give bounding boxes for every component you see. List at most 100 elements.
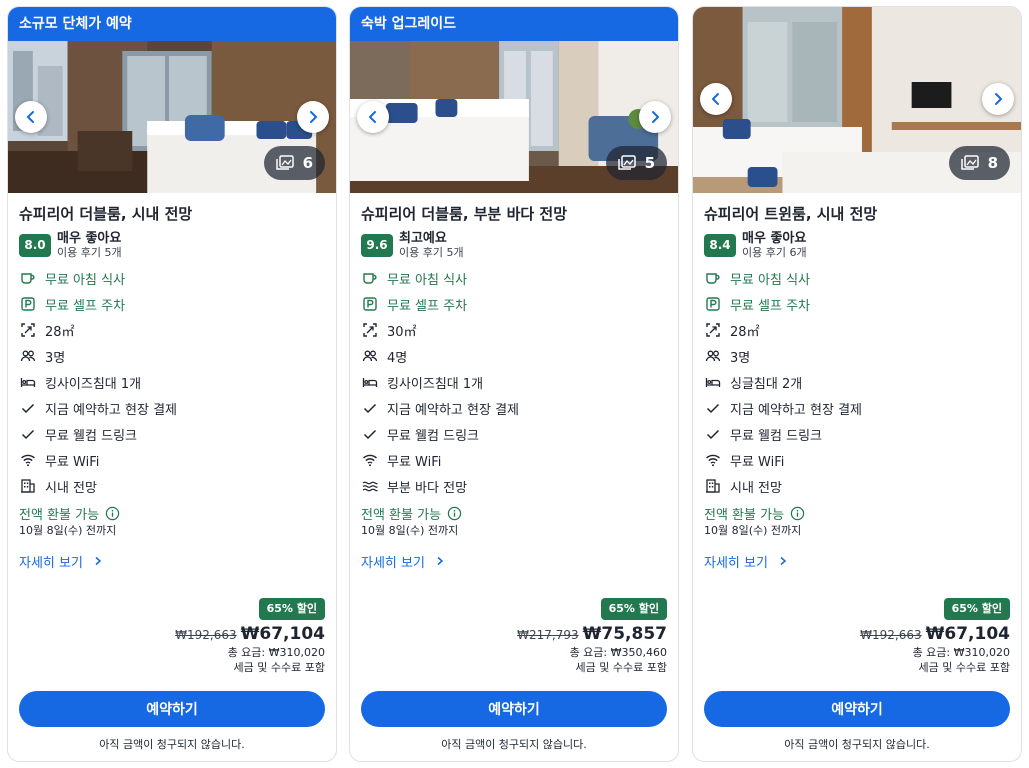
amenity-list: 무료 아침 식사 무료 셀프 주차 28㎡ 3명 싱글침대 2개 지금 예약하고… [704,265,1010,499]
next-photo-button[interactable] [297,101,329,133]
people-icon [704,347,722,365]
amenity-item: 무료 아침 식사 [704,265,1010,291]
more-details-link[interactable]: 자세히 보기 [361,551,667,571]
refund-policy: 전액 환불 가능 [704,503,1010,523]
tax-note: 세금 및 수수료 포함 [918,661,1010,674]
previous-photo-button[interactable] [15,101,47,133]
book-button[interactable]: 예약하기 [19,691,325,727]
info-icon[interactable] [790,506,805,521]
coffee-cup-icon [704,269,722,287]
amenity-list: 무료 아침 식사 무료 셀프 주차 30㎡ 4명 킹사이즈침대 1개 지금 예약… [361,265,667,499]
book-button[interactable]: 예약하기 [361,691,667,727]
rating-score-badge: 8.4 [704,233,736,257]
amenity-item: 부분 바다 전망 [361,473,667,499]
gallery-icon [960,155,979,170]
amenity-label: 무료 셀프 주차 [45,298,126,314]
room-cards: 소규모 단체가 예약 6 슈피리어 더블룸, 시내 전망 8.0 매우 좋아요 … [0,0,1029,768]
wifi-icon [19,451,37,469]
waves-icon [361,477,379,495]
city-building-icon [704,477,722,495]
total-price: 총 요금: ₩310,020 [912,646,1010,659]
next-photo-button[interactable] [639,101,671,133]
amenity-label: 무료 아침 식사 [730,272,811,288]
amenity-label: 지금 예약하고 현장 결제 [45,402,177,418]
amenity-item: 무료 셀프 주차 [361,291,667,317]
amenity-label: 28㎡ [45,324,75,340]
wifi-icon [704,451,722,469]
amenity-item: 무료 아침 식사 [19,265,325,291]
more-details-link[interactable]: 자세히 보기 [704,551,1010,571]
next-photo-button[interactable] [982,83,1014,115]
original-price: ₩192,663 [175,628,237,642]
amenity-list: 무료 아침 식사 무료 셀프 주차 28㎡ 3명 킹사이즈침대 1개 지금 예약… [19,265,325,499]
photo-gallery-button[interactable]: 5 [605,146,667,180]
amenity-item: 무료 셀프 주차 [704,291,1010,317]
amenity-label: 무료 아침 식사 [45,272,126,288]
nightly-price: ₩75,857 [582,624,667,644]
rating: 9.6 최고예요 이용 후기 5개 [361,231,667,259]
amenity-item: 3명 [704,343,1010,369]
room-photo-carousel[interactable]: 5 [350,41,678,193]
chevron-left-icon [369,111,376,123]
promo-banner: 소규모 단체가 예약 [8,7,336,41]
amenity-label: 킹사이즈침대 1개 [387,376,484,392]
amenity-item: 무료 WiFi [361,447,667,473]
room-size-icon [361,321,379,339]
rating: 8.0 매우 좋아요 이용 후기 5개 [19,231,325,259]
more-details-label: 자세히 보기 [19,555,83,571]
amenity-label: 무료 웰컴 드링크 [387,428,479,444]
info-icon[interactable] [105,506,120,521]
amenity-label: 지금 예약하고 현장 결제 [387,402,519,418]
room-size-icon [704,321,722,339]
coffee-cup-icon [361,269,379,287]
parking-icon [19,295,37,313]
chevron-right-icon [995,93,1002,105]
info-icon[interactable] [447,506,462,521]
total-price: 총 요금: ₩350,460 [569,646,667,659]
room-photo-carousel[interactable]: 6 [8,41,336,193]
amenity-item: 무료 아침 식사 [361,265,667,291]
book-button[interactable]: 예약하기 [704,691,1010,727]
rating-label: 매우 좋아요 [742,230,807,246]
chevron-right-icon [778,556,788,566]
review-count: 이용 후기 6개 [742,245,807,259]
wifi-icon [361,451,379,469]
bed-icon [704,373,722,391]
photo-gallery-button[interactable]: 8 [948,146,1010,180]
refund-label: 전액 환불 가능 [704,507,785,523]
chevron-right-icon [93,556,103,566]
room-card: 8 슈피리어 트윈룸, 시내 전망 8.4 매우 좋아요 이용 후기 6개 무료… [692,6,1022,762]
total-price: 총 요금: ₩310,020 [227,646,325,659]
room-photo-carousel[interactable]: 8 [693,7,1021,193]
amenity-label: 시내 전망 [45,480,97,496]
more-details-label: 자세히 보기 [361,555,425,571]
review-count: 이용 후기 5개 [399,245,464,259]
refund-policy: 전액 환불 가능 [19,503,325,523]
checkmark-icon [704,425,722,443]
rating-label: 매우 좋아요 [57,230,122,246]
amenity-item: 시내 전망 [704,473,1010,499]
price-summary: 65% 할인 ₩217,793 ₩75,857 총 요금: ₩350,460 세… [517,597,667,675]
amenity-label: 무료 WiFi [730,454,785,470]
amenity-item: 28㎡ [704,317,1010,343]
more-details-link[interactable]: 자세히 보기 [19,551,325,571]
chevron-left-icon [27,111,34,123]
amenity-label: 무료 WiFi [387,454,442,470]
chevron-right-icon [435,556,445,566]
amenity-item: 무료 웰컴 드링크 [704,421,1010,447]
amenity-label: 지금 예약하고 현장 결제 [730,402,862,418]
price-summary: 65% 할인 ₩192,663 ₩67,104 총 요금: ₩310,020 세… [860,597,1010,675]
photo-gallery-button[interactable]: 6 [263,146,325,180]
previous-photo-button[interactable] [700,83,732,115]
parking-icon [361,295,379,313]
amenity-item: 30㎡ [361,317,667,343]
amenity-item: 시내 전망 [19,473,325,499]
no-charge-note: 아직 금액이 청구되지 않습니다. [441,738,587,751]
amenity-label: 무료 셀프 주차 [730,298,811,314]
amenity-item: 무료 셀프 주차 [19,291,325,317]
previous-photo-button[interactable] [357,101,389,133]
amenity-label: 4명 [387,350,408,366]
city-building-icon [19,477,37,495]
coffee-cup-icon [19,269,37,287]
chevron-left-icon [712,93,719,105]
